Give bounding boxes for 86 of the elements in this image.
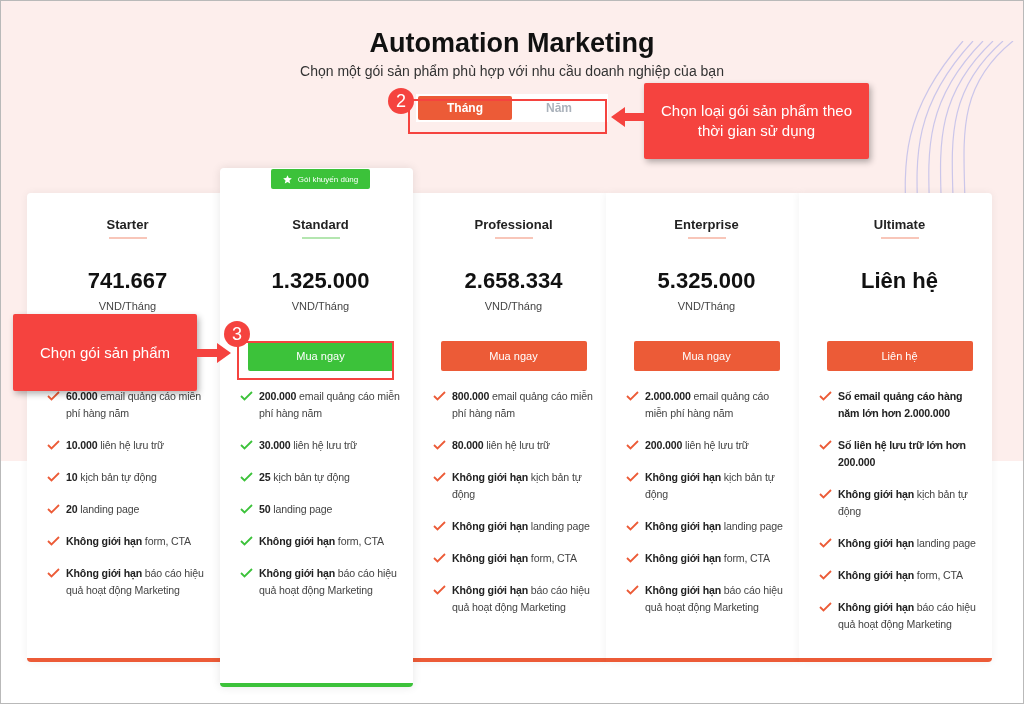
check-icon bbox=[240, 568, 253, 578]
check-icon bbox=[626, 521, 639, 531]
billing-tab[interactable]: Tháng bbox=[418, 96, 512, 120]
feature-text: 50 landing page bbox=[259, 502, 333, 517]
check-icon bbox=[240, 536, 253, 546]
feature-text: 10.000 liên hệ lưu trữ bbox=[66, 438, 165, 453]
check-icon bbox=[433, 553, 446, 563]
plan-name: Ultimate bbox=[873, 217, 926, 233]
feature-text: Không giới hạn form, CTA bbox=[66, 534, 191, 550]
check-icon bbox=[433, 472, 446, 482]
feature-text: 2.000.000 email quảng cáo miễn phí hàng năm bbox=[645, 389, 771, 421]
check-icon bbox=[47, 440, 60, 450]
check-icon bbox=[240, 391, 253, 401]
plan-price: 5.325.000 bbox=[657, 267, 756, 295]
feature-text: Không giới hạn form, CTA bbox=[838, 568, 963, 584]
price-period: VND/Tháng bbox=[291, 299, 350, 313]
callout-text: Chọn gói sản phẩm bbox=[39, 342, 171, 363]
feature-text: 20 landing page bbox=[66, 502, 140, 517]
feature-text: Không giới hạn landing page bbox=[452, 519, 590, 535]
check-icon bbox=[47, 391, 60, 401]
page-subtitle: Chọn một gói sản phẩm phù hợp với nhu cầu doanh nghiệp của bạn bbox=[300, 63, 724, 80]
check-icon bbox=[819, 440, 832, 450]
feature-text: Không giới hạn form, CTA bbox=[259, 534, 384, 550]
feature-text: Không giới hạn kịch bản tự động bbox=[838, 487, 969, 519]
check-icon bbox=[47, 536, 60, 546]
price-period: VND/Tháng bbox=[98, 299, 157, 313]
feature-text: Không giới hạn form, CTA bbox=[452, 551, 577, 567]
billing-tab[interactable]: Năm bbox=[512, 96, 606, 120]
plan-price: 741.667 bbox=[87, 267, 168, 295]
buy-button[interactable]: Liên hệ bbox=[826, 341, 973, 371]
buy-button[interactable]: Mua ngay bbox=[440, 341, 587, 371]
step-number: 2 bbox=[388, 88, 414, 114]
callout-text: Chọn loại gói sản phẩm theo thời gian sử dụng bbox=[660, 101, 853, 141]
feature-text: Số email quảng cáo hàng năm lớn hơn 2.000.000 bbox=[838, 389, 964, 421]
check-icon bbox=[433, 391, 446, 401]
check-icon bbox=[626, 472, 639, 482]
check-icon bbox=[47, 504, 60, 514]
feature-text: Không giới hạn kịch bản tự động bbox=[645, 470, 776, 502]
plan-price: Liên hệ bbox=[861, 267, 938, 295]
check-icon bbox=[240, 504, 253, 514]
check-icon bbox=[819, 570, 832, 580]
check-icon bbox=[626, 553, 639, 563]
feature-text: Không giới hạn báo cáo hiệu quả hoạt động Marketing bbox=[838, 600, 977, 632]
feature-text: Không giới hạn kịch bản tự động bbox=[452, 470, 583, 502]
plan-name: Starter bbox=[106, 217, 149, 233]
price-period: VND/Tháng bbox=[677, 299, 736, 313]
check-icon bbox=[47, 472, 60, 482]
plan-name: Standard bbox=[292, 217, 349, 233]
check-icon bbox=[433, 440, 446, 450]
check-icon bbox=[626, 585, 639, 595]
feature-text: Không giới hạn báo cáo hiệu quả hoạt động Marketing bbox=[66, 566, 205, 598]
check-icon bbox=[433, 521, 446, 531]
star-icon bbox=[282, 174, 292, 184]
check-icon bbox=[626, 440, 639, 450]
plan-price: 2.658.334 bbox=[464, 267, 563, 295]
feature-text: 200.000 liên hệ lưu trữ bbox=[645, 438, 749, 453]
feature-text: 800.000 email quảng cáo miễn phí hàng năm bbox=[452, 389, 594, 421]
check-icon bbox=[819, 391, 832, 401]
feature-text: Không giới hạn landing page bbox=[838, 536, 976, 552]
price-period: VND/Tháng bbox=[484, 299, 543, 313]
check-icon bbox=[819, 489, 832, 499]
feature-text: Số liên hệ lưu trữ lớn hơn 200.000 bbox=[838, 438, 967, 470]
buy-button[interactable]: Mua ngay bbox=[247, 341, 394, 371]
feature-text: 200.000 email quảng cáo miễn phí hàng năm bbox=[259, 389, 401, 421]
feature-text: Không giới hạn form, CTA bbox=[645, 551, 770, 567]
feature-text: 25 kịch bản tự động bbox=[259, 470, 350, 485]
buy-button[interactable]: Mua ngay bbox=[633, 341, 780, 371]
check-icon bbox=[240, 472, 253, 482]
plan-name: Professional bbox=[474, 217, 553, 233]
plan-price: 1.325.000 bbox=[271, 267, 370, 295]
check-icon bbox=[626, 391, 639, 401]
check-icon bbox=[819, 602, 832, 612]
check-icon bbox=[433, 585, 446, 595]
feature-text: Không giới hạn báo cáo hiệu quả hoạt động Marketing bbox=[452, 583, 591, 615]
feature-text: Không giới hạn báo cáo hiệu quả hoạt động Marketing bbox=[259, 566, 398, 598]
feature-text: 30.000 liên hệ lưu trữ bbox=[259, 438, 358, 453]
check-icon bbox=[240, 440, 253, 450]
feature-text: 80.000 liên hệ lưu trữ bbox=[452, 438, 551, 453]
badge-label: Gói khuyến dùng bbox=[297, 174, 359, 184]
feature-text: Không giới hạn landing page bbox=[645, 519, 783, 535]
feature-text: 10 kịch bản tự động bbox=[66, 470, 157, 485]
check-icon bbox=[47, 568, 60, 578]
feature-text: Không giới hạn báo cáo hiệu quả hoạt động Marketing bbox=[645, 583, 784, 615]
page-title: Automation Marketing bbox=[369, 27, 655, 59]
plan-name: Enterprise bbox=[674, 217, 739, 233]
check-icon bbox=[819, 538, 832, 548]
